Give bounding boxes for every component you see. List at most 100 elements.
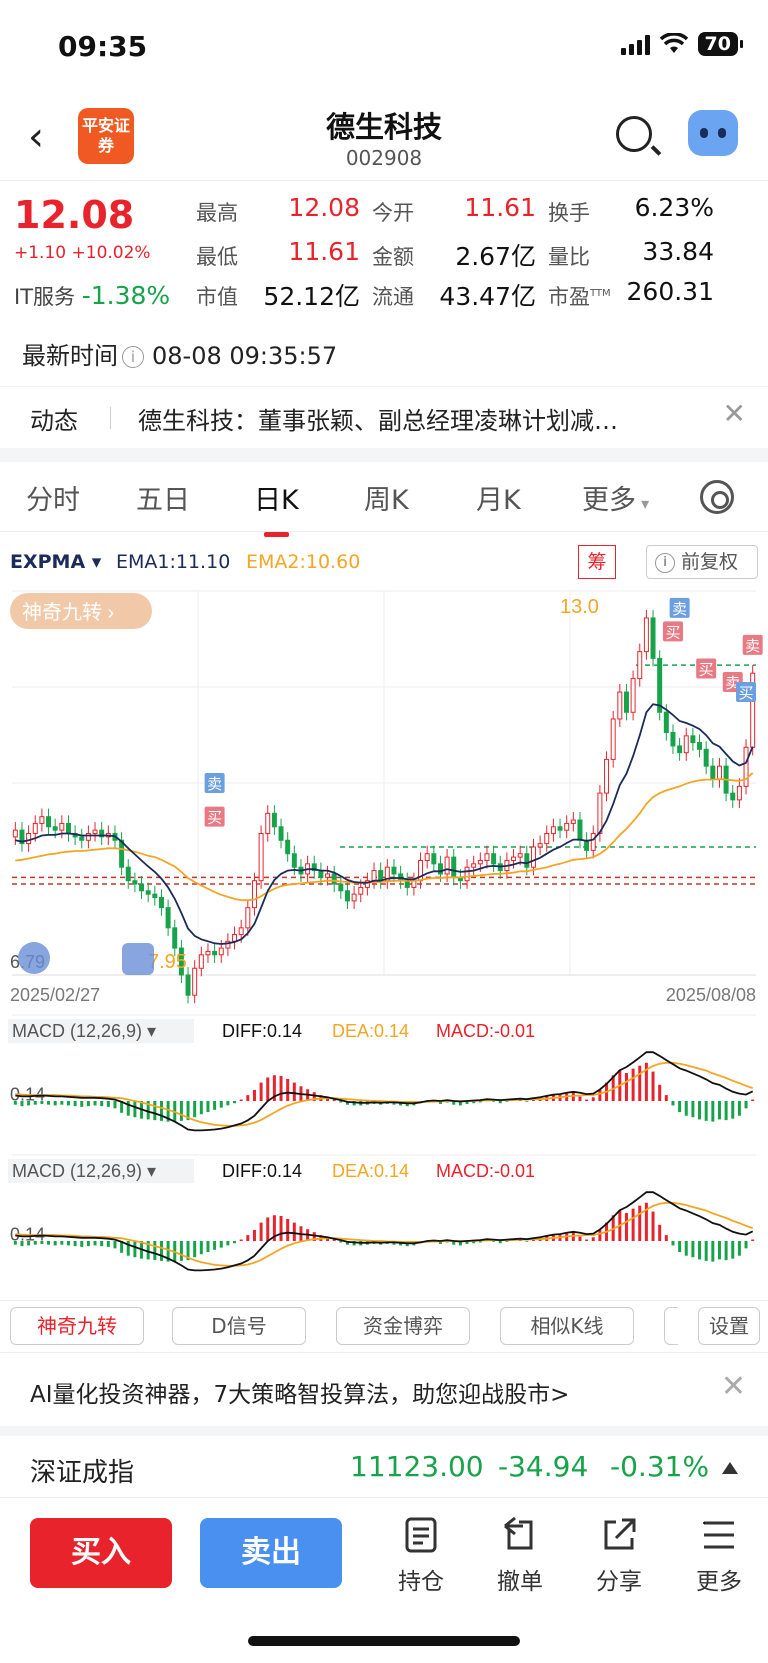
close-icon[interactable]: ✕	[721, 1369, 746, 1404]
dea-line	[15, 1061, 753, 1127]
candle-body	[404, 880, 410, 888]
ad-banner[interactable]: AI量化投资神器，7大策略智投算法，助您迎战股市> ✕	[0, 1352, 768, 1424]
candle-body	[637, 651, 643, 680]
quote-label: 市盈TTM	[548, 285, 611, 309]
more-button[interactable]: 更多	[684, 1516, 754, 1596]
tab-1[interactable]: 五日	[136, 478, 190, 517]
holdings-button[interactable]: 持仓	[386, 1516, 456, 1596]
feature-button-5[interactable]: 设置	[698, 1307, 760, 1345]
diff-legend: DIFF:0.14	[222, 1161, 302, 1181]
candle-body	[623, 691, 629, 713]
feature-button-3[interactable]: 相似K线	[500, 1307, 634, 1345]
gear-icon[interactable]	[700, 480, 734, 514]
cancel-order-button[interactable]: 撤单	[485, 1516, 555, 1596]
index-change: -34.94	[498, 1450, 589, 1483]
candle-body	[318, 870, 324, 878]
candle-body	[610, 718, 616, 760]
buy-signal-label: 买	[207, 810, 222, 827]
quote-value: 11.61	[464, 193, 536, 222]
sell-button[interactable]: 卖出	[200, 1518, 342, 1588]
tab-3[interactable]: 周K	[364, 478, 409, 517]
chip-button[interactable]: 筹	[578, 545, 616, 579]
candle-body	[590, 833, 596, 851]
candle-body	[344, 890, 350, 902]
candle-body	[524, 853, 530, 868]
candle-body	[152, 893, 158, 899]
cancel-order-icon	[504, 1516, 533, 1550]
holdings-icon	[405, 1517, 437, 1553]
candle-body	[484, 853, 490, 861]
buy-button[interactable]: 买入	[30, 1518, 172, 1588]
candle-body	[597, 792, 603, 835]
sell-signal-label: 买	[739, 685, 754, 702]
candle-body	[570, 819, 576, 824]
market-index-bar[interactable]: 深证成指 11123.00 -34.94 -0.31%	[0, 1436, 768, 1498]
x-end-label: 2025/08/08	[666, 985, 756, 1005]
index-value: 11123.00	[350, 1450, 484, 1483]
feature-button-1[interactable]: D信号	[172, 1307, 306, 1345]
cellular-signal-icon	[620, 33, 650, 55]
candle-body	[716, 765, 722, 781]
news-ticker[interactable]: 动态 德生科技：董事张颖、副总经理凌琳计划减… ✕	[0, 386, 768, 448]
quote-value: 6.23%	[634, 193, 714, 222]
candle-body	[683, 735, 689, 754]
candle-body	[271, 812, 277, 828]
candle-body	[32, 822, 38, 835]
more-menu-icon	[703, 1521, 734, 1549]
candle-body	[218, 947, 224, 956]
expand-up-icon[interactable]	[722, 1462, 738, 1474]
battery-icon: 70	[697, 32, 744, 56]
adjust-button[interactable]: i 前复权	[646, 545, 758, 579]
robot-assistant-icon[interactable]	[688, 110, 738, 156]
candle-body	[185, 974, 191, 996]
search-icon[interactable]	[616, 116, 652, 152]
tab-0[interactable]: 分时	[26, 478, 80, 517]
candle-body	[12, 829, 18, 838]
candle-body	[351, 893, 357, 902]
update-time: 最新时间 i 08-08 09:35:57	[22, 342, 338, 370]
candle-body	[278, 826, 284, 841]
ema1-value: EMA1:11.10	[116, 551, 231, 573]
tab-4[interactable]: 月K	[476, 478, 521, 517]
quote-label: 换手	[548, 201, 590, 225]
indicator-name[interactable]: EXPMA ▾	[10, 551, 101, 573]
candle-body	[477, 859, 483, 865]
sector-change[interactable]: IT服务 -1.38%	[14, 281, 170, 311]
wifi-icon	[659, 33, 688, 53]
price-change: +1.10 +10.02%	[14, 243, 151, 263]
candle-body	[643, 617, 649, 653]
quote-label: 最低	[196, 245, 238, 269]
candle-body	[145, 890, 151, 895]
candle-body	[431, 853, 437, 865]
news-text[interactable]: 德生科技：董事张颖、副总经理凌琳计划减…	[138, 401, 698, 436]
tab-2[interactable]: 日K	[254, 478, 299, 537]
candle-body	[491, 853, 497, 865]
info-icon[interactable]: i	[122, 346, 144, 368]
candle-body	[265, 812, 271, 835]
tab-5[interactable]: 更多 ▾	[582, 478, 649, 517]
quote-label: 金额	[372, 245, 414, 269]
close-icon[interactable]: ✕	[723, 397, 746, 430]
candle-body	[424, 853, 430, 861]
candle-body	[205, 950, 211, 956]
candle-body	[564, 822, 570, 831]
feature-button-0[interactable]: 神奇九转	[10, 1307, 144, 1345]
tool-button	[18, 942, 50, 974]
feature-button-4[interactable]	[664, 1307, 678, 1345]
sell-signal-label: 卖	[207, 776, 222, 793]
kline-chart[interactable]: 神奇九转 ›买卖买卖买卖买卖13.07.956.792025/02/272025…	[0, 583, 768, 1299]
macd-title: MACD (12,26,9) ▾	[12, 1161, 156, 1181]
feature-button-2[interactable]: 资金博弈	[336, 1307, 470, 1345]
home-indicator	[248, 1636, 520, 1646]
header: ‹ 平安证券 德生科技 002908	[0, 100, 768, 180]
candle-body	[46, 816, 52, 828]
candle-body	[517, 853, 523, 858]
period-tabs: 分时 五日 日K 周K 月K 更多 ▾	[0, 460, 768, 537]
candle-body	[125, 866, 131, 882]
candle-body	[285, 839, 291, 855]
ad-text[interactable]: AI量化投资神器，7大策略智投算法，助您迎战股市>	[30, 1375, 569, 1409]
candle-body	[79, 836, 85, 841]
share-button[interactable]: 分享	[584, 1516, 654, 1596]
indicator-bar: EXPMA ▾ EMA1:11.10 EMA2:10.60 筹 i 前复权	[0, 545, 768, 581]
candle-body	[736, 785, 742, 801]
